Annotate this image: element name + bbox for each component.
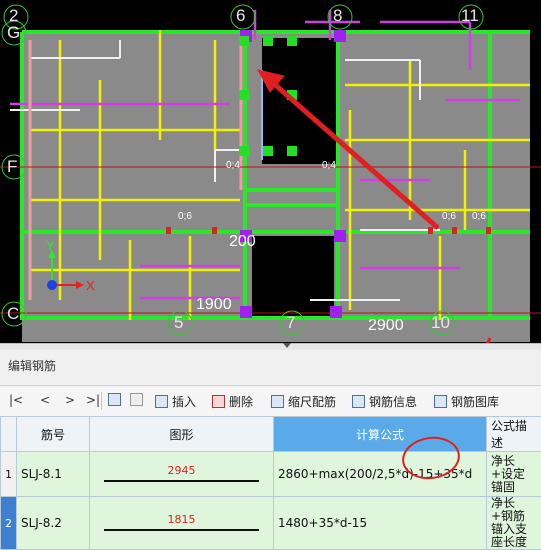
dimension-2900: 2900 [368, 317, 404, 335]
dimension-small: 0;6 [472, 211, 486, 222]
axis-label-8: 8 [333, 6, 342, 26]
delete-icon [212, 395, 225, 408]
shape-line [104, 529, 259, 531]
shape-value: 1815 [90, 513, 273, 526]
insert-icon [155, 395, 168, 408]
move-up-icon [108, 393, 121, 406]
panel-title: 编辑钢筋 [8, 357, 56, 374]
axis-label-c: C [7, 304, 19, 324]
column-header-shape[interactable]: 图形 [90, 417, 274, 452]
axis-label-g: G [7, 23, 20, 43]
row-number-header [1, 417, 17, 452]
scale-rebar-button[interactable]: 缩尺配筋 [271, 393, 336, 410]
dimension-small: 0;4 [226, 160, 240, 171]
rebar-id-cell[interactable]: SLJ-8.2 [17, 497, 90, 550]
dimension-small: 0;6 [178, 211, 192, 222]
rebar-info-button[interactable]: 钢筋信息 [352, 393, 417, 410]
move-up-button[interactable] [108, 393, 125, 407]
axis-label-10: 10 [431, 313, 450, 333]
last-record-button[interactable]: >| [86, 393, 100, 407]
insert-label: 插入 [172, 395, 196, 409]
scale-rebar-icon [271, 395, 284, 408]
axis-label-f: F [7, 157, 17, 177]
rebar-library-icon [434, 395, 447, 408]
axis-label-5: 5 [174, 313, 183, 333]
rebar-info-icon [352, 395, 365, 408]
rebar-table: 筋号 图形 计算公式 公式描述 1 SLJ-8.1 2945 2860+max(… [0, 416, 541, 550]
dimension-200: 200 [229, 233, 256, 251]
shape-cell[interactable]: 1815 [90, 497, 274, 550]
column-header-id[interactable]: 筋号 [17, 417, 90, 452]
axis-label-6: 6 [236, 6, 245, 26]
first-record-button[interactable]: |< [9, 393, 23, 407]
rebar-library-button[interactable]: 钢筋图库 [434, 393, 499, 410]
formula-cell[interactable]: 1480+35*d-15 [274, 497, 487, 550]
column-header-description[interactable]: 公式描述 [487, 417, 541, 452]
axis-label-11: 11 [461, 6, 479, 26]
row-number: 2 [1, 497, 17, 550]
axis-label-7: 7 [286, 313, 295, 333]
delete-button[interactable]: 删除 [212, 393, 253, 410]
shape-line [104, 480, 259, 482]
rebar-info-label: 钢筋信息 [369, 395, 417, 409]
ucs-y-label: Y [46, 238, 55, 253]
toolbar-separator [101, 392, 102, 410]
collapse-arrow-icon[interactable] [283, 343, 291, 348]
rebar-library-label: 钢筋图库 [451, 395, 499, 409]
delete-label: 删除 [229, 395, 253, 409]
drawing [0, 0, 541, 343]
table-header-row: 筋号 图形 计算公式 公式描述 [1, 417, 541, 452]
move-down-icon [130, 393, 143, 406]
description-cell[interactable]: 净长+设定锚固 [487, 452, 541, 497]
description-cell[interactable]: 净长+钢筋锚入支座长度 [487, 497, 541, 550]
rebar-id-cell[interactable]: SLJ-8.1 [17, 452, 90, 497]
toolbar: |< < > >| 插入 删除 缩尺配筋 钢筋信息 钢筋图库 [0, 385, 541, 417]
table-row[interactable]: 2 SLJ-8.2 1815 1480+35*d-15 净长+钢筋锚入支座长度 [1, 497, 541, 550]
next-record-button[interactable]: > [65, 393, 75, 407]
panel-splitter[interactable] [0, 343, 541, 350]
prev-record-button[interactable]: < [40, 393, 50, 407]
scale-rebar-label: 缩尺配筋 [288, 395, 336, 409]
table-row[interactable]: 1 SLJ-8.1 2945 2860+max(200/2,5*d)-15+35… [1, 452, 541, 497]
insert-button[interactable]: 插入 [155, 393, 196, 410]
dimension-small: 0;4 [322, 160, 336, 171]
row-number: 1 [1, 452, 17, 497]
shape-value: 2945 [90, 464, 273, 477]
move-down-button[interactable] [130, 393, 147, 407]
dimension-1900: 1900 [196, 296, 232, 314]
shape-cell[interactable]: 2945 [90, 452, 274, 497]
ucs-x-label: X [86, 278, 95, 293]
cad-canvas[interactable]: 2 6 8 11 G F C 5 7 10 200 1900 2900 0;6 … [0, 0, 541, 343]
dimension-small: 0;6 [442, 211, 456, 222]
